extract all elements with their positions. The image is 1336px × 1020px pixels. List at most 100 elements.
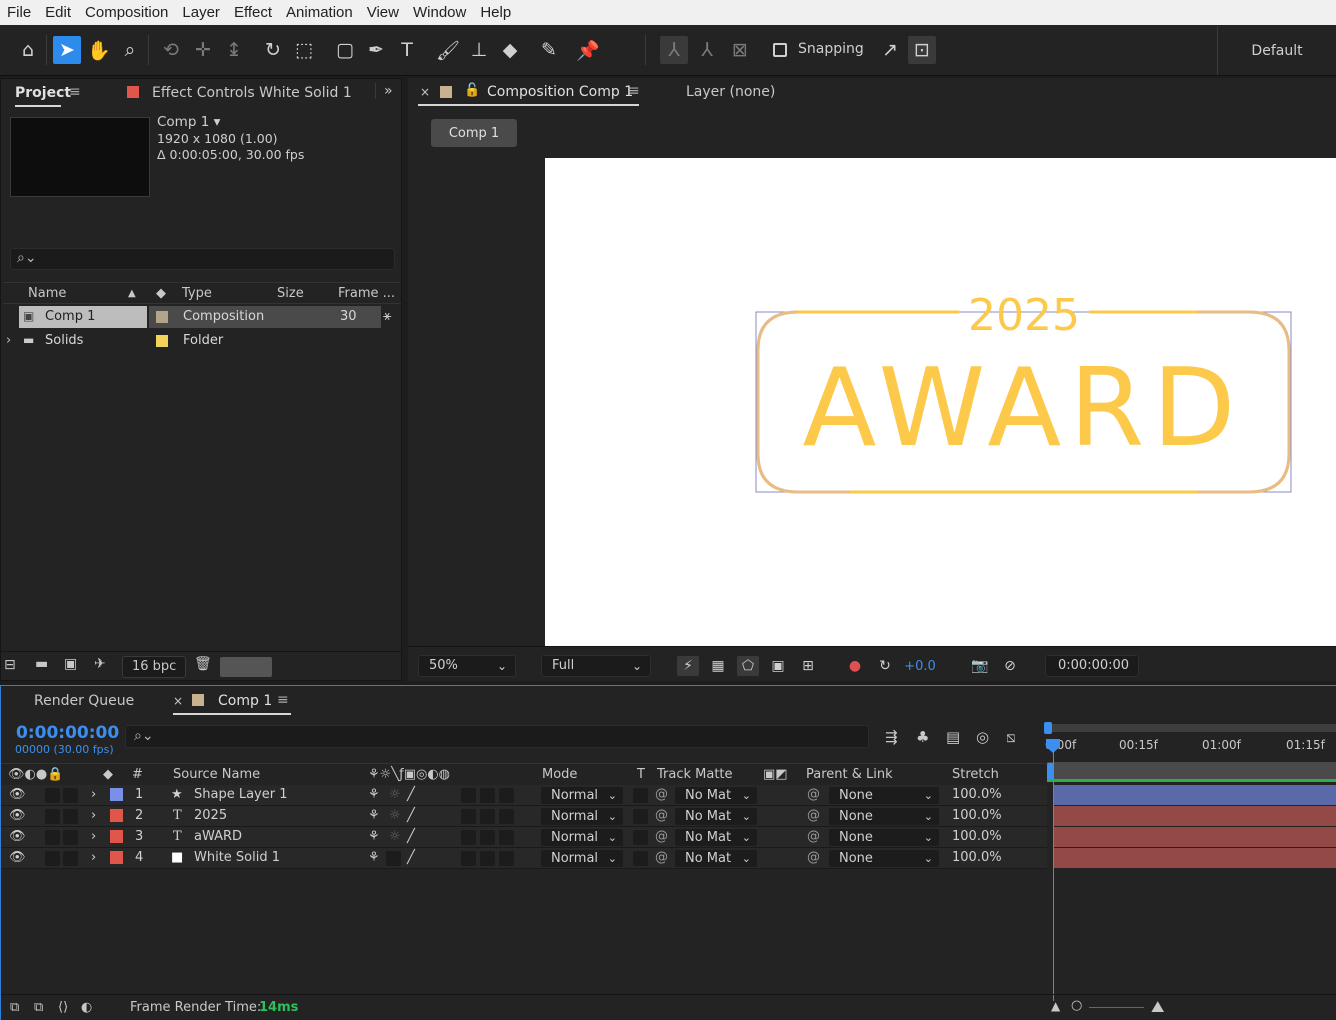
bit-depth-button[interactable]: 16 bpc	[122, 656, 187, 678]
new-folder-icon[interactable]: ▬	[35, 656, 48, 672]
lock-toggle[interactable]	[63, 788, 78, 803]
tab-comp[interactable]: Comp 1	[218, 693, 272, 709]
col-t[interactable]: T	[637, 767, 645, 782]
blend-mode-dropdown[interactable]: Normal ⌄	[541, 808, 623, 825]
interpret-footage-icon[interactable]: ⊟	[4, 657, 16, 673]
solo-toggle[interactable]	[45, 830, 60, 845]
snap-options-icon[interactable]: ⊡	[908, 36, 936, 64]
expand-arrow-icon[interactable]: ›	[91, 808, 96, 823]
track-matte-dropdown[interactable]: No Mat ⌄	[675, 850, 757, 867]
zoom-tool-icon[interactable]: ⌕	[116, 36, 144, 64]
menu-animation[interactable]: Animation	[279, 4, 360, 21]
track-matte-dropdown[interactable]: No Mat ⌄	[675, 829, 757, 846]
parent-pickwhip-icon[interactable]: @	[807, 808, 820, 823]
layer-duration-bar[interactable]	[1053, 848, 1336, 868]
zoom-in-mountain-icon[interactable]: ⛰	[1151, 997, 1164, 1017]
pen-tool-icon[interactable]: ✒	[362, 36, 390, 64]
visibility-eye-icon[interactable]: 👁	[9, 829, 26, 844]
parent-pickwhip-icon[interactable]: @	[807, 787, 820, 802]
panel-menu-icon[interactable]: ≡	[69, 84, 81, 100]
collapse-icon[interactable]: ☼	[389, 829, 401, 844]
adjust-render-settings-icon[interactable]: ✈	[94, 656, 106, 672]
col-type[interactable]: Type	[182, 286, 212, 301]
layer-name[interactable]: White Solid 1	[194, 850, 280, 865]
col-track-matte[interactable]: Track Matte	[657, 767, 733, 782]
switch-box[interactable]	[480, 788, 495, 803]
selection-tool-icon[interactable]: ➤	[53, 36, 81, 64]
label-tag-icon[interactable]: ◆	[156, 286, 166, 301]
time-ruler[interactable]: 0:00f 00:15f 01:00f 01:15f	[1044, 722, 1336, 762]
switch-box[interactable]	[499, 851, 514, 866]
parent-pickwhip-icon[interactable]: @	[807, 829, 820, 844]
switch-box[interactable]	[480, 809, 495, 824]
snapping-checkbox[interactable]	[773, 43, 787, 57]
award-artwork[interactable]: 2025 AWARD	[545, 158, 1336, 646]
exposure-value[interactable]: +0.0	[904, 656, 936, 676]
collapse-icon[interactable]: ☼	[389, 808, 401, 823]
layer-label-swatch[interactable]	[110, 851, 123, 864]
current-timecode[interactable]: 0:00:00:00	[16, 723, 119, 743]
layer-row[interactable]: 👁 › 4 ■ White Solid 1 ⚘ ╱ Normal ⌄ @ No M…	[1, 848, 1047, 869]
layer-name[interactable]: Shape Layer 1	[194, 787, 288, 802]
preserve-transparency-toggle[interactable]	[633, 830, 648, 845]
lock-toggle[interactable]	[63, 851, 78, 866]
menu-composition[interactable]: Composition	[78, 4, 175, 21]
av-features-icon[interactable]: 👁◐●🔒	[8, 767, 63, 782]
switch-box[interactable]	[499, 809, 514, 824]
render-time-pane-icon[interactable]: ◐	[81, 1000, 92, 1015]
blend-mode-dropdown[interactable]: Normal ⌄	[541, 787, 623, 804]
close-tab-icon[interactable]: ×	[173, 694, 183, 708]
col-number[interactable]: #	[132, 767, 143, 782]
menu-file[interactable]: File	[0, 4, 38, 21]
visibility-eye-icon[interactable]: 👁	[9, 850, 26, 865]
solo-toggle[interactable]	[45, 851, 60, 866]
col-frame[interactable]: Frame ...	[338, 286, 395, 301]
hide-shy-layers-icon[interactable]: ♣	[916, 728, 929, 746]
motion-blur-icon[interactable]: ◎	[976, 728, 989, 746]
panel-menu-icon[interactable]: ≡	[628, 83, 640, 99]
matte-toggle-icon[interactable]: ▣◩	[763, 767, 788, 782]
transparency-grid-icon[interactable]: ▦	[707, 656, 729, 676]
menu-view[interactable]: View	[360, 4, 406, 21]
view-axis-icon[interactable]: ⊠	[726, 36, 754, 64]
tab-composition[interactable]: Composition Comp 1	[487, 84, 633, 100]
thumbnail-transparency-swatch[interactable]	[220, 657, 272, 677]
layer-row[interactable]: 👁 › 1 ★ Shape Layer 1 ⚘ ☼ ╱ Normal ⌄ @ No…	[1, 785, 1047, 806]
pickwhip-icon[interactable]: @	[655, 829, 668, 844]
shy-icon[interactable]: ⚘	[368, 829, 380, 844]
layer-label-swatch[interactable]	[110, 809, 123, 822]
zoom-slider-track[interactable]	[1089, 1007, 1144, 1008]
viewer-area[interactable]: 2025 AWARD	[408, 158, 1336, 646]
show-snapshot-icon[interactable]: ⊘	[999, 656, 1021, 676]
grid-guides-icon[interactable]: ⊞	[797, 656, 819, 676]
zoom-out-mountain-icon[interactable]: ▲	[1051, 999, 1060, 1013]
quality-icon[interactable]: ╱	[407, 787, 415, 802]
visibility-eye-icon[interactable]: 👁	[9, 787, 26, 802]
item-label-swatch[interactable]	[156, 311, 168, 323]
layer-name[interactable]: 2025	[194, 808, 227, 823]
switch-box[interactable]	[386, 851, 401, 866]
tab-render-queue[interactable]: Render Queue	[34, 693, 134, 709]
layer-label-swatch[interactable]	[110, 788, 123, 801]
home-icon[interactable]: ⌂	[14, 36, 42, 64]
layer-label-swatch[interactable]	[110, 830, 123, 843]
panel-menu-icon[interactable]: ≡	[277, 692, 289, 708]
rectangle-tool-icon[interactable]: ▢	[331, 36, 359, 64]
layer-stretch[interactable]: 100.0%	[952, 808, 1002, 823]
puppet-pin-tool-icon[interactable]: 📌	[574, 36, 602, 64]
visibility-eye-icon[interactable]: 👁	[9, 808, 26, 823]
switch-box[interactable]	[480, 830, 495, 845]
collapse-icon[interactable]: ☼	[389, 787, 401, 802]
composition-canvas[interactable]: 2025 AWARD	[545, 158, 1336, 646]
layer-row[interactable]: 👁 › 2 T 2025 ⚘ ☼ ╱ Normal ⌄ @ No Mat ⌄ @ N…	[1, 806, 1047, 827]
switch-box[interactable]	[461, 830, 476, 845]
col-source-name[interactable]: Source Name	[173, 767, 260, 782]
comp-breadcrumb[interactable]: Comp 1	[431, 119, 517, 147]
work-area-bar[interactable]	[1047, 724, 1336, 732]
work-area-start-handle[interactable]	[1044, 722, 1052, 734]
quality-icon[interactable]: ╱	[407, 829, 415, 844]
channels-icon[interactable]: ●	[844, 656, 866, 676]
track-matte-dropdown[interactable]: No Mat ⌄	[675, 787, 757, 804]
tab-project[interactable]: Project	[15, 85, 71, 101]
clone-stamp-tool-icon[interactable]: ⊥	[465, 36, 493, 64]
